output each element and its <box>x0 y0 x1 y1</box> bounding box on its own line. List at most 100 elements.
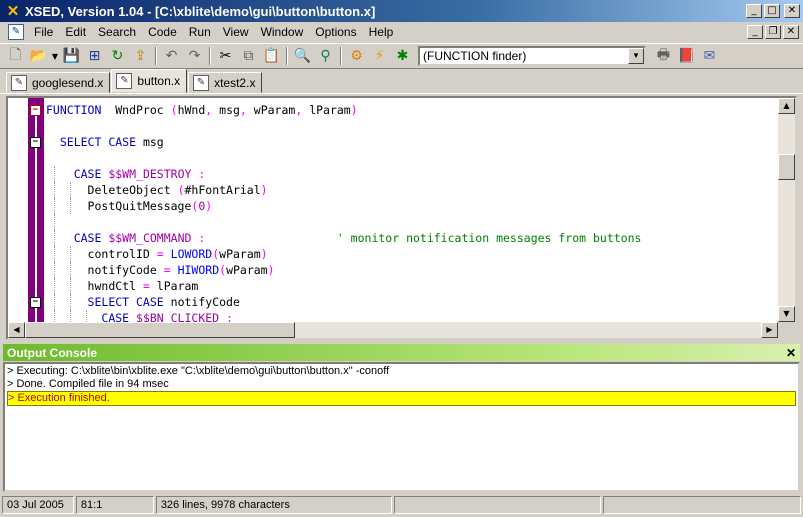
indent-guide <box>54 182 55 198</box>
code-token: #hFontArial <box>184 183 261 197</box>
code-token: HIWORD <box>177 263 220 277</box>
help-book-icon[interactable]: 📕 <box>675 45 698 67</box>
redo-icon[interactable]: ↷ <box>183 45 206 67</box>
code-token: notifyCode <box>87 263 164 277</box>
close-button[interactable]: ✕ <box>784 4 800 18</box>
fold-collapse-icon[interactable]: − <box>30 137 41 148</box>
function-finder-value: (FUNCTION finder) <box>423 49 527 63</box>
function-finder-combo[interactable]: (FUNCTION finder) ▼ <box>418 46 646 66</box>
code-text[interactable]: FUNCTION WndProc (hWnd, msg, wParam, lPa… <box>46 102 641 326</box>
find-replace-icon[interactable]: ⚲ <box>314 45 337 67</box>
code-token: ) <box>260 247 268 261</box>
new-file-icon[interactable]: 🗋 <box>4 45 27 67</box>
code-line[interactable]: PostQuitMessage(0) <box>46 198 641 214</box>
scroll-corner <box>778 322 795 338</box>
status-panel <box>603 496 801 514</box>
tab-xtest2[interactable]: ✎ xtest2.x <box>188 72 263 93</box>
close-icon[interactable]: ✕ <box>786 346 796 360</box>
fold-collapse-icon[interactable]: − <box>30 297 41 308</box>
code-line[interactable]: SELECT CASE notifyCode <box>46 294 641 310</box>
debug-icon[interactable]: ✱ <box>391 45 414 67</box>
code-editor[interactable]: FUNCTION WndProc (hWnd, msg, wParam, lPa… <box>6 96 797 340</box>
menu-run[interactable]: Run <box>183 25 217 39</box>
export-icon[interactable]: ⇪ <box>129 45 152 67</box>
scroll-right-button[interactable]: ▶ <box>761 322 778 338</box>
console-line-highlighted: > Execution finished. <box>7 391 796 406</box>
output-console[interactable]: > Executing: C:\xblite\bin\xblite.exe "C… <box>3 362 800 492</box>
code-token: LOWORD <box>170 247 213 261</box>
open-folder-icon[interactable]: 📂 <box>27 45 50 67</box>
mdi-restore-button[interactable]: ❐ <box>765 25 781 39</box>
menu-view[interactable]: View <box>217 25 255 39</box>
code-line[interactable]: hwndCtl = lParam <box>46 278 641 294</box>
dropdown-arrow-icon[interactable]: ▼ <box>50 45 60 67</box>
code-token: wParam <box>226 263 268 277</box>
maximize-button[interactable]: □ <box>764 4 780 18</box>
menu-options[interactable]: Options <box>309 25 362 39</box>
document-icon[interactable]: ✎ <box>8 24 24 40</box>
code-token: ) <box>350 103 358 117</box>
menu-code[interactable]: Code <box>142 25 183 39</box>
code-line[interactable]: controlID = LOWORD(wParam) <box>46 246 641 262</box>
fold-collapse-icon[interactable]: − <box>30 105 41 116</box>
compile-icon[interactable]: ⚙ <box>345 45 368 67</box>
find-icon[interactable]: 🔍 <box>291 45 314 67</box>
toolbar: 🗋 📂 ▼ 💾 ⊞ ↻ ⇪ ↶ ↷ ✂ ⧉ 📋 🔍 ⚲ ⚙ ⚡ ✱ (FUNCT… <box>0 43 803 69</box>
vertical-scrollbar[interactable]: ▲ ▼ <box>778 98 795 322</box>
code-line[interactable]: notifyCode = HIWORD(wParam) <box>46 262 641 278</box>
vertical-scroll-thumb[interactable] <box>778 154 795 180</box>
menu-edit[interactable]: Edit <box>59 25 92 39</box>
code-token: ) <box>267 263 275 277</box>
indent-guide <box>70 294 71 310</box>
code-line[interactable]: SELECT CASE msg <box>46 134 641 150</box>
save-all-icon[interactable]: ⊞ <box>83 45 106 67</box>
code-line[interactable]: CASE $$WM_DESTROY : <box>46 166 641 182</box>
menu-file[interactable]: File <box>28 25 59 39</box>
tab-button[interactable]: ✎ button.x <box>111 69 188 93</box>
code-token: hwndCtl <box>87 279 143 293</box>
scroll-up-button[interactable]: ▲ <box>778 98 795 114</box>
mdi-close-button[interactable]: ✕ <box>783 25 799 39</box>
code-line[interactable] <box>46 150 641 166</box>
code-token: : <box>191 167 206 181</box>
xsed-x-icon[interactable]: ✕ <box>5 3 21 20</box>
code-line[interactable] <box>46 118 641 134</box>
line-margin[interactable] <box>8 98 28 322</box>
copy-icon[interactable]: ⧉ <box>237 45 260 67</box>
title-bar[interactable]: ✕ XSED, Version 1.04 - [C:\xblite\demo\g… <box>0 0 803 22</box>
console-line: > Done. Compiled file in 94 msec <box>7 378 169 390</box>
menu-search[interactable]: Search <box>92 25 142 39</box>
scroll-left-button[interactable]: ◀ <box>8 322 25 338</box>
code-line[interactable]: FUNCTION WndProc (hWnd, msg, wParam, lPa… <box>46 102 641 118</box>
code-token: lParam <box>156 279 199 293</box>
paste-icon[interactable]: 📋 <box>260 45 283 67</box>
run-icon[interactable]: ⚡ <box>368 45 391 67</box>
scroll-down-button[interactable]: ▼ <box>778 306 795 322</box>
indent-guide <box>70 246 71 262</box>
code-token: wParam <box>253 103 296 117</box>
print-icon[interactable]: 🖶 <box>652 45 675 67</box>
mail-icon[interactable]: ✉ <box>698 45 721 67</box>
cut-icon[interactable]: ✂ <box>214 45 237 67</box>
code-token: ( <box>177 183 185 197</box>
code-line[interactable]: DeleteObject (#hFontArial) <box>46 182 641 198</box>
horizontal-scrollbar[interactable]: ◀ ▶ <box>8 322 778 338</box>
save-icon[interactable]: 💾 <box>60 45 83 67</box>
refresh-icon[interactable]: ↻ <box>106 45 129 67</box>
undo-icon[interactable]: ↶ <box>160 45 183 67</box>
chevron-down-icon[interactable]: ▼ <box>628 48 644 64</box>
toolbar-separator <box>209 47 211 65</box>
menu-help[interactable]: Help <box>363 25 400 39</box>
code-token: hWnd <box>177 103 206 117</box>
minimize-button[interactable]: _ <box>746 4 762 18</box>
mdi-minimize-button[interactable]: _ <box>747 25 763 39</box>
tab-googlesend[interactable]: ✎ googlesend.x <box>6 72 111 93</box>
horizontal-scroll-thumb[interactable] <box>25 322 295 338</box>
code-line[interactable] <box>46 214 641 230</box>
menu-window[interactable]: Window <box>255 25 310 39</box>
code-line[interactable]: CASE $$WM_COMMAND : ' monitor notificati… <box>46 230 641 246</box>
